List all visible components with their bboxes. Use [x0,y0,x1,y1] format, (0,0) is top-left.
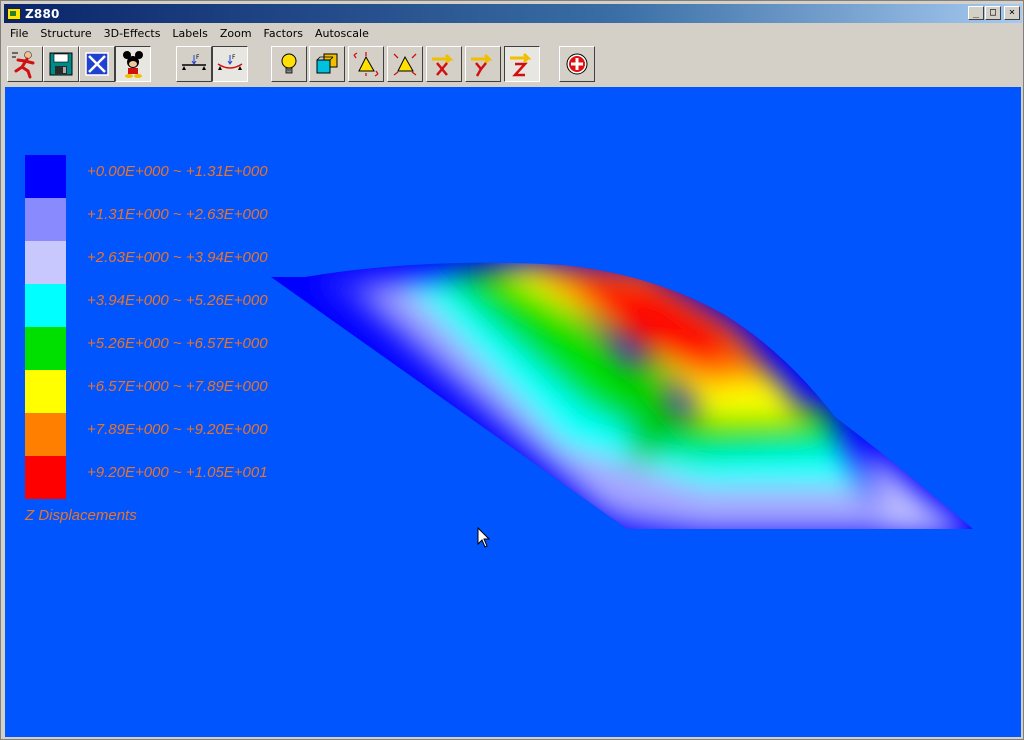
menu-zoom[interactable]: Zoom [214,27,258,40]
app-window: Z880 _ □ × File Structure 3D-Effects Lab… [0,0,1024,740]
triangle-scale-icon [393,53,417,76]
displacement-surface [271,262,973,529]
toolbar: F F [4,43,1022,87]
legend-swatch-8 [25,456,66,499]
legend-label-1: +0.00E+000 ~ +1.31E+000 [87,163,268,180]
triangle-move-icon [353,52,379,77]
menu-3d-effects[interactable]: 3D-Effects [98,27,167,40]
legend-title: Z Displacements [25,507,137,524]
menu-structure[interactable]: Structure [34,27,97,40]
close-button[interactable]: × [1004,6,1020,20]
z-direction-icon [510,52,532,77]
triangle-scale-button[interactable] [387,46,423,82]
menu-bar: File Structure 3D-Effects Labels Zoom Fa… [4,24,375,42]
menu-labels[interactable]: Labels [166,27,213,40]
legend-swatch-7 [25,413,66,456]
plot-canvas[interactable]: +0.00E+000 ~ +1.31E+000 +1.31E+000 ~ +2.… [5,87,1021,737]
menu-autoscale[interactable]: Autoscale [309,27,375,40]
save-icon [49,52,73,76]
save-button[interactable] [43,46,79,82]
cartoon-icon [123,51,143,78]
run-icon [12,51,35,79]
mouse-cursor-icon [477,527,491,548]
legend-label-4: +3.94E+000 ~ +5.26E+000 [87,292,268,309]
z-direction-button[interactable] [504,46,540,82]
legend-label-8: +9.20E+000 ~ +1.05E+001 [87,464,268,481]
legend-label-5: +5.26E+000 ~ +6.57E+000 [87,335,268,352]
cartoon-button[interactable] [115,46,151,82]
3d-boxes-button[interactable] [309,46,345,82]
legend-label-3: +2.63E+000 ~ +3.94E+000 [87,249,268,266]
beam-deflected-button[interactable]: F [212,46,248,82]
legend-label-2: +1.31E+000 ~ +2.63E+000 [87,206,268,223]
x-direction-icon [432,53,454,76]
menu-file[interactable]: File [4,27,34,40]
svg-text:F: F [196,54,200,61]
legend-swatch-4 [25,284,66,327]
close-model-button[interactable] [79,46,115,82]
x-direction-button[interactable] [426,46,462,82]
beam-load-button[interactable]: F [176,46,212,82]
window-title: Z880 [25,6,60,21]
beam-deflected-icon: F [217,54,243,70]
lightbulb-icon [281,53,297,74]
maximize-button[interactable]: □ [985,6,1001,20]
svg-text:F: F [232,54,236,61]
window-controls: _ □ × [967,6,1020,20]
lightbulb-button[interactable] [271,46,307,82]
beam-load-icon: F [182,54,206,70]
surface-plot [271,262,973,529]
minimize-button[interactable]: _ [968,6,984,20]
legend-swatch-6 [25,370,66,413]
legend-swatch-1 [25,155,66,198]
legend-swatch-5 [25,327,66,370]
legend-swatch-2 [25,198,66,241]
add-icon [566,53,588,75]
y-direction-icon [471,53,493,77]
title-bar[interactable]: Z880 _ □ × [4,4,1022,23]
add-button[interactable] [559,46,595,82]
y-direction-button[interactable] [465,46,501,82]
3d-boxes-icon [316,53,338,74]
legend-swatch-3 [25,241,66,284]
close-model-icon [85,52,109,76]
legend-label-6: +6.57E+000 ~ +7.89E+000 [87,378,268,395]
legend-label-7: +7.89E+000 ~ +9.20E+000 [87,421,268,438]
app-icon[interactable] [7,7,21,20]
menu-factors[interactable]: Factors [258,27,309,40]
triangle-move-button[interactable] [348,46,384,82]
run-button[interactable] [7,46,43,82]
